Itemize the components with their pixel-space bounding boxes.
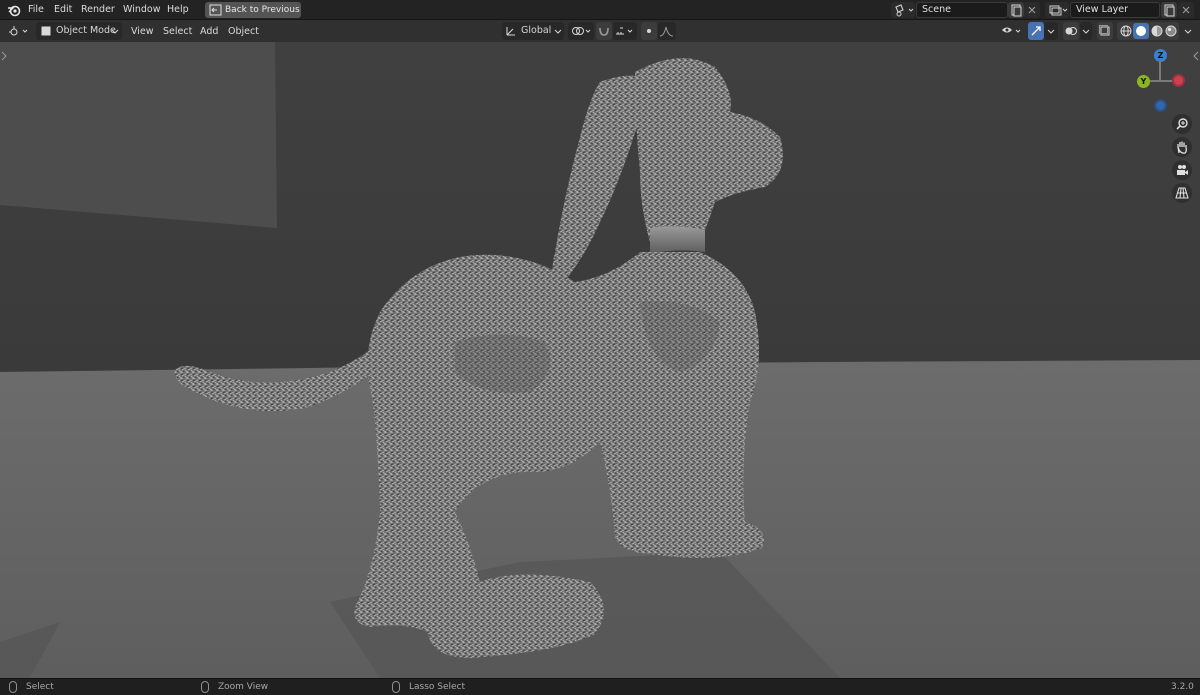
shading-dropdown[interactable] (1182, 22, 1194, 40)
menu-file[interactable]: File (28, 3, 44, 17)
rendered-shading-icon[interactable] (1164, 24, 1178, 38)
mouse-icon (9, 681, 17, 693)
pivot-icon (572, 27, 591, 35)
overlay-toggle[interactable] (1063, 22, 1079, 40)
scene-name-field[interactable]: Scene (916, 2, 1008, 18)
proportional-edit-icon (647, 29, 651, 33)
new-scene-button[interactable] (1008, 2, 1024, 18)
proportional-falloff-dropdown[interactable] (658, 22, 676, 40)
back-to-previous-label: Back to Previous (225, 5, 300, 15)
transform-orientation-icon (506, 27, 515, 36)
menu-help[interactable]: Help (167, 3, 189, 17)
menu-view[interactable]: View (131, 25, 154, 39)
x-axis-handle[interactable] (1172, 74, 1185, 87)
object-mode-label: Object Mode (56, 25, 116, 36)
shading-mode-group (1117, 22, 1179, 40)
xray-icon (1099, 25, 1110, 36)
visibility-dropdown[interactable] (1000, 22, 1024, 40)
pivot-point-dropdown[interactable] (568, 22, 594, 40)
transform-orientation-dropdown[interactable]: Global (502, 22, 564, 40)
z-axis-handle[interactable]: Z (1154, 49, 1167, 62)
hand-icon (1177, 141, 1187, 154)
xray-toggle[interactable] (1097, 22, 1113, 40)
object-mode-dropdown[interactable]: Object Mode (36, 22, 122, 40)
top-menu-bar: File Edit Render Window Help Back to Pre… (0, 0, 1200, 20)
editor-type-icon[interactable] (6, 22, 32, 40)
y-axis-handle[interactable]: Y (1137, 75, 1150, 88)
pan-button[interactable] (1172, 137, 1192, 157)
status-zoom-label: Zoom View (218, 682, 269, 692)
gizmo-dropdown[interactable] (1044, 22, 1058, 40)
delete-view-layer-button[interactable] (1178, 2, 1194, 18)
zoom-button[interactable] (1172, 114, 1192, 134)
view-layer-field[interactable]: View Layer (1070, 2, 1160, 18)
menu-render[interactable]: Render (81, 3, 115, 17)
3d-viewport[interactable]: Z Y (0, 42, 1200, 678)
snap-toggle[interactable] (596, 22, 612, 40)
camera-icon (1177, 165, 1188, 175)
zoom-icon (1176, 118, 1188, 130)
viewport-header: Object Mode View Select Add Object Globa… (0, 20, 1200, 42)
back-arrow-icon (209, 4, 222, 16)
menu-window[interactable]: Window (123, 3, 160, 17)
visibility-icon (1002, 27, 1021, 33)
menu-edit[interactable]: Edit (54, 3, 72, 17)
version-label: 3.2.0 (1171, 682, 1194, 692)
gizmo-icon (1031, 26, 1041, 36)
wireframe-shading-icon[interactable] (1119, 24, 1133, 38)
menu-object[interactable]: Object (228, 25, 259, 39)
material-shading-icon[interactable] (1150, 24, 1164, 38)
new-view-layer-button[interactable] (1161, 2, 1177, 18)
proportional-edit-toggle[interactable] (641, 22, 657, 40)
blender-logo-icon[interactable] (7, 3, 21, 17)
snap-target-dropdown[interactable] (613, 22, 637, 40)
camera-view-button[interactable] (1172, 160, 1192, 180)
scene-render (0, 42, 1200, 678)
snap-icon (599, 27, 609, 36)
gizmo-toggle[interactable] (1028, 22, 1044, 40)
solid-shading-icon[interactable] (1133, 23, 1149, 39)
menu-add[interactable]: Add (200, 25, 218, 39)
mouse-icon (392, 681, 400, 693)
chevron-down-icon (111, 29, 119, 34)
object-mode-icon (41, 26, 51, 36)
status-bar: Select Zoom View Lasso Select 3.2.0 (0, 678, 1200, 695)
overlay-icon (1065, 27, 1077, 35)
perspective-toggle-button[interactable] (1172, 183, 1192, 203)
scene-icon[interactable] (891, 2, 915, 18)
orientation-label: Global (521, 25, 552, 36)
mouse-icon (201, 681, 209, 693)
navigation-gizmo[interactable]: Z Y (1130, 46, 1190, 116)
status-select-label: Select (26, 682, 54, 692)
status-lasso-label: Lasso Select (409, 682, 466, 692)
overlay-dropdown[interactable] (1080, 22, 1092, 40)
view-layer-icon[interactable] (1045, 2, 1069, 18)
delete-scene-button[interactable] (1024, 2, 1040, 18)
negative-z-axis-handle[interactable] (1154, 99, 1167, 112)
menu-select[interactable]: Select (163, 25, 192, 39)
back-to-previous-button[interactable]: Back to Previous (205, 2, 301, 18)
grid-icon (1175, 187, 1189, 199)
chevron-down-icon (554, 29, 562, 34)
